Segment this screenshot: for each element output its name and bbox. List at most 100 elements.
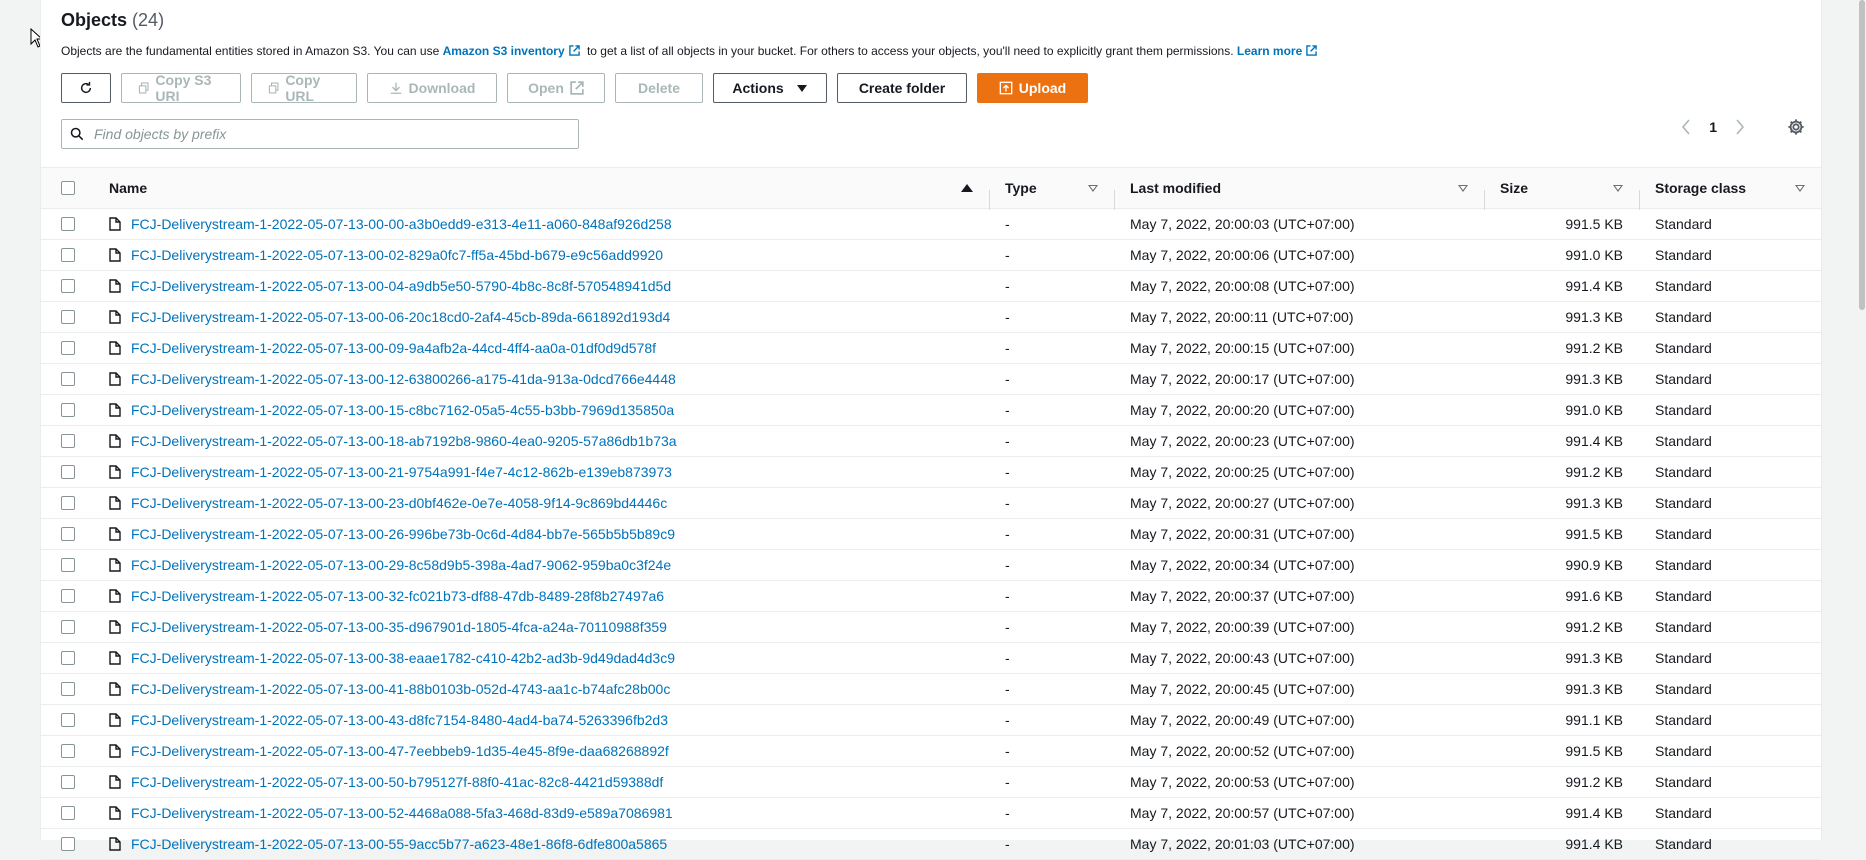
size-cell: 991.5 KB <box>1565 743 1623 759</box>
filter-caret-icon <box>1613 184 1623 192</box>
name-cell: FCJ-Deliverystream-1-2022-05-07-13-00-43… <box>109 712 989 728</box>
object-link[interactable]: FCJ-Deliverystream-1-2022-05-07-13-00-32… <box>131 588 664 604</box>
object-link[interactable]: FCJ-Deliverystream-1-2022-05-07-13-00-26… <box>131 526 675 542</box>
file-icon <box>109 775 121 789</box>
row-checkbox[interactable] <box>61 527 75 541</box>
size-cell: 991.0 KB <box>1565 402 1623 418</box>
column-size[interactable]: Size <box>1484 180 1639 210</box>
row-checkbox[interactable] <box>61 279 75 293</box>
row-checkbox[interactable] <box>61 620 75 634</box>
row-checkbox[interactable] <box>61 217 75 231</box>
row-checkbox[interactable] <box>61 651 75 665</box>
size-cell: 991.0 KB <box>1565 247 1623 263</box>
object-link[interactable]: FCJ-Deliverystream-1-2022-05-07-13-00-52… <box>131 805 673 821</box>
row-checkbox[interactable] <box>61 558 75 572</box>
object-link[interactable]: FCJ-Deliverystream-1-2022-05-07-13-00-35… <box>131 619 667 635</box>
actions-dropdown[interactable]: Actions <box>713 73 827 103</box>
object-link[interactable]: FCJ-Deliverystream-1-2022-05-07-13-00-09… <box>131 340 656 356</box>
size-cell: 991.5 KB <box>1565 216 1623 232</box>
object-link[interactable]: FCJ-Deliverystream-1-2022-05-07-13-00-38… <box>131 650 675 666</box>
table-row: FCJ-Deliverystream-1-2022-05-07-13-00-47… <box>41 736 1821 767</box>
row-checkbox[interactable] <box>61 496 75 510</box>
row-checkbox[interactable] <box>61 372 75 386</box>
delete-button[interactable]: Delete <box>615 73 703 103</box>
row-select-cell <box>41 496 109 510</box>
object-link[interactable]: FCJ-Deliverystream-1-2022-05-07-13-00-15… <box>131 402 674 418</box>
row-checkbox[interactable] <box>61 775 75 789</box>
object-name: FCJ-Deliverystream-1-2022-05-07-13-00-26… <box>109 526 675 542</box>
inventory-link[interactable]: Amazon S3 inventory <box>443 44 565 58</box>
select-all-checkbox[interactable] <box>61 181 75 195</box>
refresh-icon <box>80 81 92 94</box>
object-link[interactable]: FCJ-Deliverystream-1-2022-05-07-13-00-50… <box>131 774 663 790</box>
row-checkbox[interactable] <box>61 310 75 324</box>
object-link[interactable]: FCJ-Deliverystream-1-2022-05-07-13-00-41… <box>131 681 670 697</box>
object-link[interactable]: FCJ-Deliverystream-1-2022-05-07-13-00-23… <box>131 495 667 511</box>
row-checkbox[interactable] <box>61 403 75 417</box>
upload-button[interactable]: Upload <box>977 73 1088 103</box>
last-modified-cell: May 7, 2022, 20:00:23 (UTC+07:00) <box>1130 433 1355 449</box>
scrollbar-thumb[interactable] <box>1859 0 1865 310</box>
download-button[interactable]: Download <box>367 73 497 103</box>
last-modified-cell: May 7, 2022, 20:00:49 (UTC+07:00) <box>1130 712 1355 728</box>
object-link[interactable]: FCJ-Deliverystream-1-2022-05-07-13-00-06… <box>131 309 670 325</box>
external-link-icon <box>570 81 584 95</box>
row-checkbox[interactable] <box>61 713 75 727</box>
last-modified-cell: May 7, 2022, 20:00:57 (UTC+07:00) <box>1130 805 1355 821</box>
table-row: FCJ-Deliverystream-1-2022-05-07-13-00-35… <box>41 612 1821 643</box>
row-checkbox[interactable] <box>61 248 75 262</box>
name-cell: FCJ-Deliverystream-1-2022-05-07-13-00-47… <box>109 743 989 759</box>
row-checkbox[interactable] <box>61 682 75 696</box>
file-icon <box>109 744 121 758</box>
gear-icon[interactable] <box>1787 118 1805 136</box>
learn-more-link[interactable]: Learn more <box>1237 44 1302 58</box>
object-link[interactable]: FCJ-Deliverystream-1-2022-05-07-13-00-55… <box>131 836 667 852</box>
file-icon <box>109 713 121 727</box>
storage-class-cell: Standard <box>1655 681 1712 697</box>
name-cell: FCJ-Deliverystream-1-2022-05-07-13-00-55… <box>109 836 989 852</box>
row-checkbox[interactable] <box>61 806 75 820</box>
object-name: FCJ-Deliverystream-1-2022-05-07-13-00-00… <box>109 216 672 232</box>
size-cell: 990.9 KB <box>1565 557 1623 573</box>
table-row: FCJ-Deliverystream-1-2022-05-07-13-00-23… <box>41 488 1821 519</box>
object-link[interactable]: FCJ-Deliverystream-1-2022-05-07-13-00-02… <box>131 247 663 263</box>
object-link[interactable]: FCJ-Deliverystream-1-2022-05-07-13-00-04… <box>131 278 671 294</box>
type-cell: - <box>1005 278 1010 294</box>
object-link[interactable]: FCJ-Deliverystream-1-2022-05-07-13-00-47… <box>131 743 669 759</box>
type-cell: - <box>1005 619 1010 635</box>
search-input[interactable] <box>92 125 576 143</box>
object-link[interactable]: FCJ-Deliverystream-1-2022-05-07-13-00-12… <box>131 371 676 387</box>
object-link[interactable]: FCJ-Deliverystream-1-2022-05-07-13-00-29… <box>131 557 671 573</box>
row-checkbox[interactable] <box>61 434 75 448</box>
object-link[interactable]: FCJ-Deliverystream-1-2022-05-07-13-00-18… <box>131 433 677 449</box>
copy-url-button[interactable]: Copy URL <box>251 72 357 104</box>
type-cell: - <box>1005 588 1010 604</box>
chevron-right-icon[interactable] <box>1735 119 1745 135</box>
column-type[interactable]: Type <box>989 180 1114 210</box>
table-row: FCJ-Deliverystream-1-2022-05-07-13-00-00… <box>41 209 1821 240</box>
file-icon <box>109 651 121 665</box>
file-icon <box>109 434 121 448</box>
row-checkbox[interactable] <box>61 589 75 603</box>
row-checkbox[interactable] <box>61 744 75 758</box>
scrollbar[interactable] <box>1858 0 1866 840</box>
column-name[interactable]: Name <box>109 180 989 196</box>
name-cell: FCJ-Deliverystream-1-2022-05-07-13-00-00… <box>109 216 989 232</box>
object-link[interactable]: FCJ-Deliverystream-1-2022-05-07-13-00-43… <box>131 712 668 728</box>
size-cell: 991.2 KB <box>1565 464 1623 480</box>
copy-s3-uri-button[interactable]: Copy S3 URI <box>121 72 241 104</box>
object-link[interactable]: FCJ-Deliverystream-1-2022-05-07-13-00-21… <box>131 464 672 480</box>
page-number[interactable]: 1 <box>1709 119 1717 135</box>
object-link[interactable]: FCJ-Deliverystream-1-2022-05-07-13-00-00… <box>131 216 672 232</box>
column-last-modified[interactable]: Last modified <box>1114 180 1484 210</box>
column-storage-class[interactable]: Storage class <box>1639 180 1821 210</box>
create-folder-button[interactable]: Create folder <box>837 73 967 103</box>
open-button[interactable]: Open <box>507 73 605 103</box>
chevron-left-icon[interactable] <box>1681 119 1691 135</box>
object-name: FCJ-Deliverystream-1-2022-05-07-13-00-15… <box>109 402 674 418</box>
refresh-button[interactable] <box>61 73 111 103</box>
row-checkbox[interactable] <box>61 341 75 355</box>
row-checkbox[interactable] <box>61 837 75 851</box>
row-checkbox[interactable] <box>61 465 75 479</box>
name-cell: FCJ-Deliverystream-1-2022-05-07-13-00-21… <box>109 464 989 480</box>
